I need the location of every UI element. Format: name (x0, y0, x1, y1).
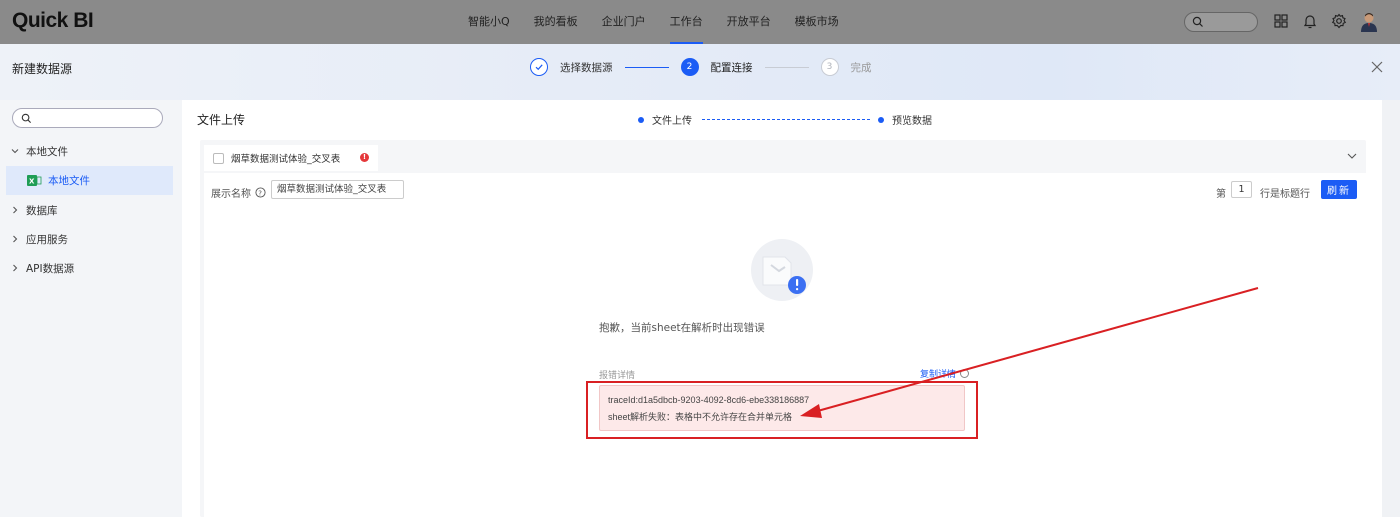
top-navigation-bar: Quick BI 智能小Q 我的看板 企业门户 工作台 开放平台 模板市场 (0, 0, 1400, 44)
info-icon (960, 369, 970, 378)
excel-file-icon: X (27, 175, 42, 186)
substep-dot (878, 116, 884, 123)
display-name-text: 展示名称 (211, 189, 251, 200)
header-row-prefix: 第 (1216, 189, 1226, 200)
step-connector (624, 66, 669, 68)
sidebar-item-label: 本地文件 (48, 175, 90, 187)
user-avatar[interactable] (1360, 12, 1378, 32)
modal-title: 新建数据源 (12, 62, 73, 76)
search-icon (21, 113, 32, 124)
sidebar-search-input[interactable] (12, 108, 163, 128)
help-icon[interactable]: ? (255, 187, 266, 198)
upload-substeps: 文件上传 预览数据 (638, 112, 932, 127)
chevron-right-icon (13, 264, 18, 272)
display-name-label: 展示名称 ? (211, 185, 266, 200)
step-connector (764, 66, 809, 68)
copy-details-text: 复制详情 (920, 370, 957, 380)
svg-text:?: ? (258, 189, 262, 197)
error-message: 抱歉，当前sheet在解析时出现错误 (599, 322, 765, 334)
sidebar-group-api-datasource[interactable]: API数据源 (0, 254, 182, 282)
copy-details-link[interactable]: 复制详情 (920, 367, 970, 380)
sidebar-item-local-file[interactable]: X 本地文件 (6, 166, 173, 195)
svg-text:X: X (29, 178, 35, 186)
sidebar-group-label: 本地文件 (26, 145, 68, 158)
stepper: 选择数据源 2 配置连接 3 完成 (530, 57, 872, 77)
sidebar-group-label: 数据库 (26, 204, 58, 217)
nav-item-enterprise-portal[interactable]: 企业门户 (590, 0, 658, 44)
step-2-indicator: 2 (680, 58, 699, 76)
annotation-highlight-box (586, 381, 978, 439)
sheet-config-area: 展示名称 ? 烟草数据测试体验_交叉表 第 1 行是标题行 刷新 抱歉，当前sh… (204, 173, 1366, 517)
step-1-label: 选择数据源 (560, 61, 613, 74)
sidebar-group-label: 应用服务 (26, 233, 68, 246)
nav-item-workbench[interactable]: 工作台 (658, 0, 715, 44)
nav-item-my-dashboards[interactable]: 我的看板 (522, 0, 590, 44)
check-icon (535, 64, 543, 71)
datasource-type-sidebar: 本地文件 X 本地文件 数据库 应用服务 API数据源 (0, 100, 182, 517)
apps-grid-icon[interactable] (1273, 13, 1289, 29)
error-detail-label: 报错详情 (599, 371, 636, 381)
step-1-indicator (530, 58, 548, 76)
refresh-button[interactable]: 刷新 (1321, 180, 1357, 199)
nav-item-smart-q[interactable]: 智能小Q (456, 0, 522, 44)
file-warning-icon (751, 239, 813, 301)
step-3-indicator: 3 (820, 58, 839, 76)
substep-preview-label: 预览数据 (892, 116, 932, 127)
file-upload-panel: 文件上传 文件上传 预览数据 烟草数据测试体验_交叉表 ! 展示名称 ? 烟草数… (182, 100, 1382, 517)
gear-icon[interactable] (1331, 13, 1347, 29)
modal-header: 新建数据源 选择数据源 2 配置连接 3 完成 (0, 44, 1400, 100)
sidebar-group-label: API数据源 (26, 262, 75, 275)
nav-item-open-platform[interactable]: 开放平台 (715, 0, 783, 44)
chevron-down-icon[interactable] (1346, 151, 1358, 161)
sheet-tab-label: 烟草数据测试体验_交叉表 (231, 154, 341, 165)
substep-dot (638, 116, 644, 123)
display-name-input[interactable]: 烟草数据测试体验_交叉表 (271, 180, 404, 199)
close-icon[interactable] (1370, 60, 1384, 74)
step-2-label: 配置连接 (710, 61, 753, 74)
chevron-right-icon (13, 235, 18, 243)
search-icon (1192, 16, 1203, 27)
app-logo[interactable]: Quick BI (12, 9, 94, 33)
substep-connector (702, 119, 870, 120)
main-nav: 智能小Q 我的看板 企业门户 工作台 开放平台 模板市场 (456, 0, 851, 44)
header-row-input[interactable]: 1 (1231, 181, 1252, 198)
global-search-input[interactable] (1184, 12, 1258, 32)
sheet-card: 烟草数据测试体验_交叉表 ! 展示名称 ? 烟草数据测试体验_交叉表 第 1 行… (200, 140, 1366, 517)
bell-icon[interactable] (1302, 13, 1318, 29)
sheet-checkbox[interactable] (213, 152, 224, 164)
sidebar-group-database[interactable]: 数据库 (0, 196, 182, 224)
sidebar-group-local-file[interactable]: 本地文件 (0, 137, 182, 165)
substep-upload-label: 文件上传 (652, 116, 692, 127)
panel-title: 文件上传 (197, 113, 246, 127)
sheet-tab[interactable]: 烟草数据测试体验_交叉表 ! (204, 145, 378, 171)
sidebar-group-app-service[interactable]: 应用服务 (0, 225, 182, 253)
nav-item-template-market[interactable]: 模板市场 (783, 0, 851, 44)
chevron-down-icon (11, 149, 19, 154)
step-3-label: 完成 (850, 61, 872, 74)
chevron-right-icon (13, 206, 18, 214)
header-row-suffix: 行是标题行 (1260, 189, 1310, 200)
error-badge-icon: ! (360, 153, 369, 162)
